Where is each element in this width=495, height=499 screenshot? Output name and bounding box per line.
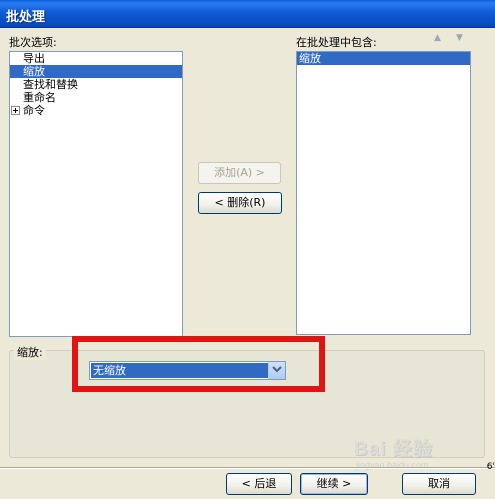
batch-option-item[interactable]: 导出 (10, 52, 182, 65)
included-list[interactable]: 缩放 (296, 51, 471, 335)
cancel-button[interactable]: 取消 (402, 473, 476, 495)
move-down-icon[interactable]: ▼ (456, 33, 463, 43)
included-item[interactable]: 缩放 (297, 52, 470, 65)
batch-option-item-label: 缩放 (23, 65, 45, 78)
title-bar: 批处理 (0, 0, 495, 28)
batch-option-item[interactable]: 命令 (10, 104, 182, 117)
annotation-highlight-box (72, 336, 325, 392)
batch-option-item-label: 查找和替换 (23, 78, 78, 91)
batch-option-item[interactable]: 缩放 (10, 65, 182, 78)
batch-option-item-label: 命令 (23, 104, 45, 117)
watermark-text: Bai 经验 (354, 439, 433, 460)
expand-icon[interactable] (11, 106, 20, 115)
batch-options-label: 批次选项: (9, 36, 57, 49)
included-item-label: 缩放 (299, 52, 321, 65)
batch-option-item-label: 导出 (23, 52, 45, 65)
edge-text: 6' (486, 462, 495, 472)
add-button[interactable]: 添加(A) > (198, 162, 281, 184)
included-label: 在批处理中包含: (296, 36, 377, 49)
move-up-icon[interactable]: ▲ (434, 33, 441, 43)
batch-option-item-label: 重命名 (23, 91, 56, 104)
remove-button[interactable]: < 删除(R) (198, 192, 282, 214)
footer-separator (0, 467, 495, 469)
scale-group-title: 缩放: (14, 344, 46, 360)
batch-option-item[interactable]: 查找和替换 (10, 78, 182, 91)
batch-option-item[interactable]: 重命名 (10, 91, 182, 104)
next-button[interactable]: 继续 > (300, 473, 368, 495)
back-button[interactable]: < 后退 (226, 473, 292, 495)
window-title: 批处理 (6, 10, 46, 25)
batch-options-list[interactable]: 导出 缩放 查找和替换 重命名 命令 (9, 51, 183, 337)
